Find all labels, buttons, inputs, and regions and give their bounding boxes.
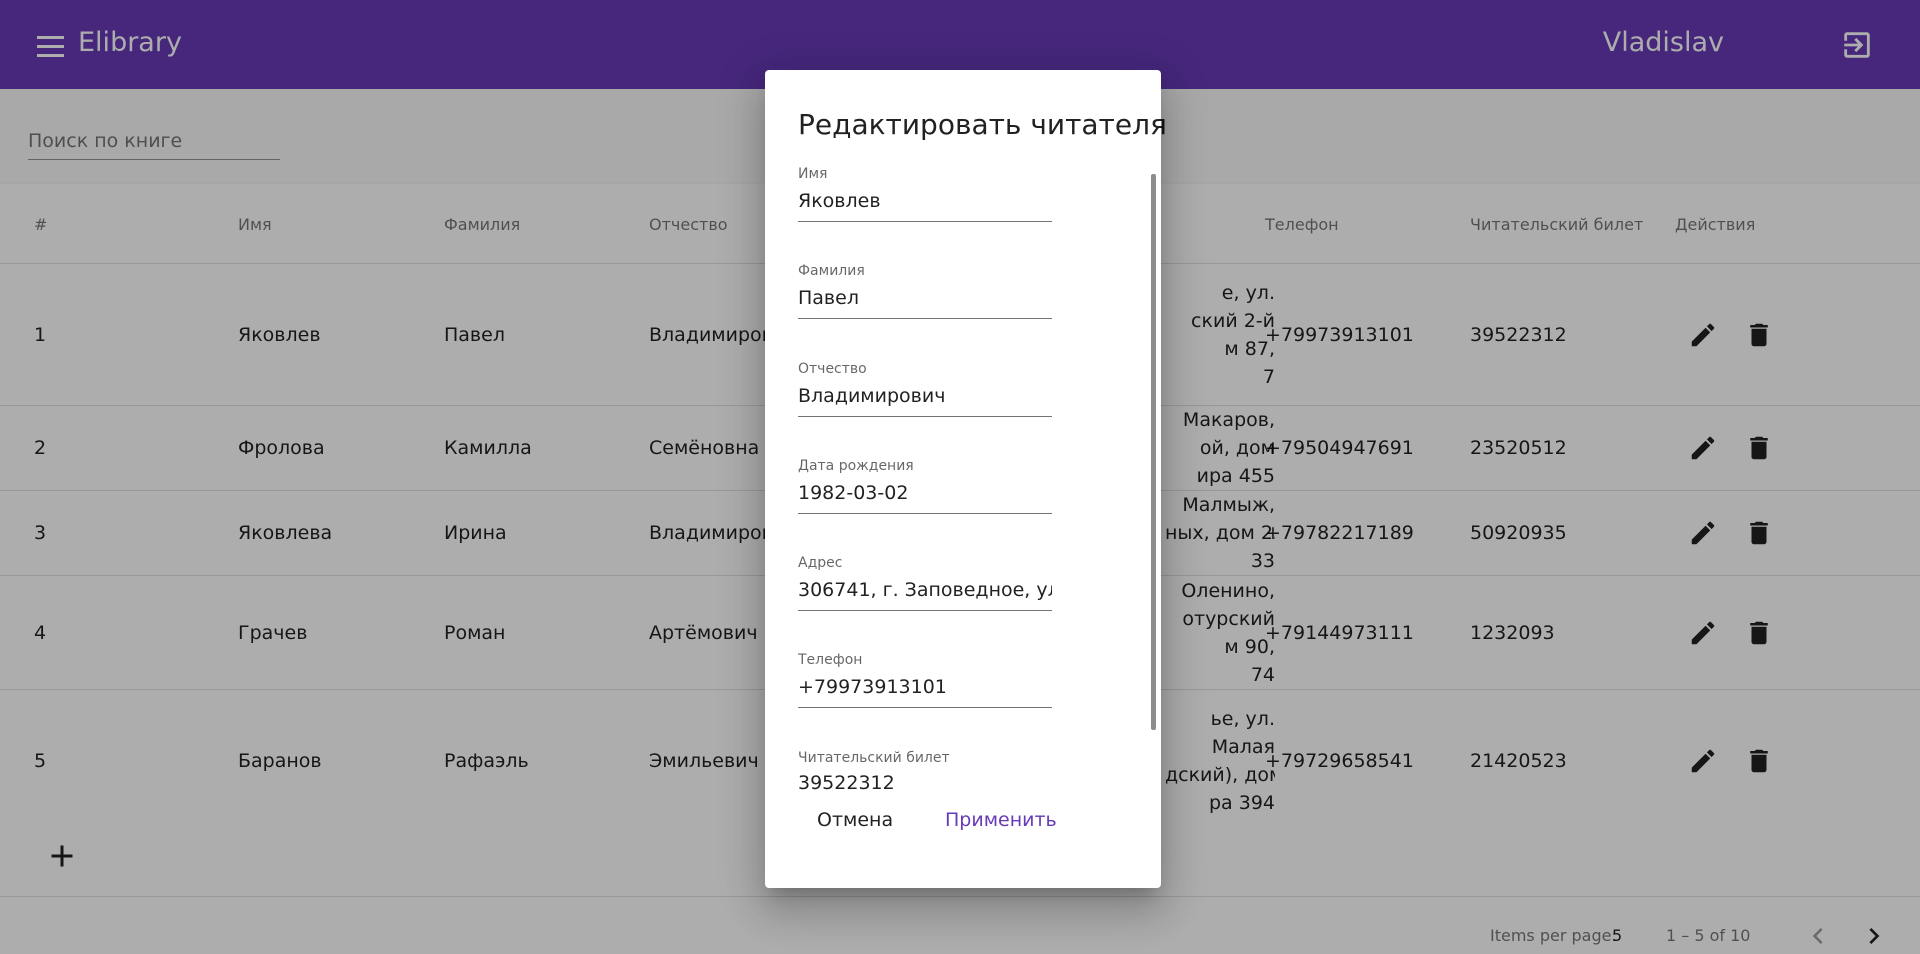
- address-field: Адрес: [798, 555, 1052, 611]
- birth-date-input[interactable]: [798, 478, 1052, 508]
- last-name-label: Фамилия: [798, 263, 865, 279]
- phone-input[interactable]: [798, 672, 1052, 702]
- middle-name-label: Отчество: [798, 361, 867, 377]
- cancel-button[interactable]: Отмена: [817, 800, 893, 840]
- card-field: Читательский билет: [798, 750, 1052, 806]
- phone-field: Телефон: [798, 652, 1052, 708]
- dialog-content: Имя Фамилия Отчество Дата рождения Адрес…: [765, 166, 1161, 866]
- phone-label: Телефон: [798, 652, 863, 668]
- first-name-input[interactable]: [798, 186, 1052, 216]
- middle-name-field: Отчество: [798, 361, 1052, 417]
- birth-date-label: Дата рождения: [798, 458, 914, 474]
- card-input[interactable]: [798, 768, 1052, 798]
- dialog-title: Редактировать читателя: [798, 108, 1167, 141]
- middle-name-input[interactable]: [798, 381, 1052, 411]
- apply-button[interactable]: Применить: [945, 800, 1057, 840]
- last-name-field: Фамилия: [798, 263, 1052, 319]
- last-name-input[interactable]: [798, 283, 1052, 313]
- dialog-actions: Отмена Применить: [765, 800, 1161, 860]
- edit-reader-dialog: Редактировать читателя Имя Фамилия Отчес…: [765, 70, 1167, 888]
- address-input[interactable]: [798, 575, 1052, 605]
- first-name-field: Имя: [798, 166, 1052, 222]
- dialog-scrollbar-thumb[interactable]: [1151, 174, 1156, 730]
- birth-date-field: Дата рождения: [798, 458, 1052, 514]
- first-name-label: Имя: [798, 166, 828, 182]
- card-label: Читательский билет: [798, 750, 950, 766]
- address-label: Адрес: [798, 555, 843, 571]
